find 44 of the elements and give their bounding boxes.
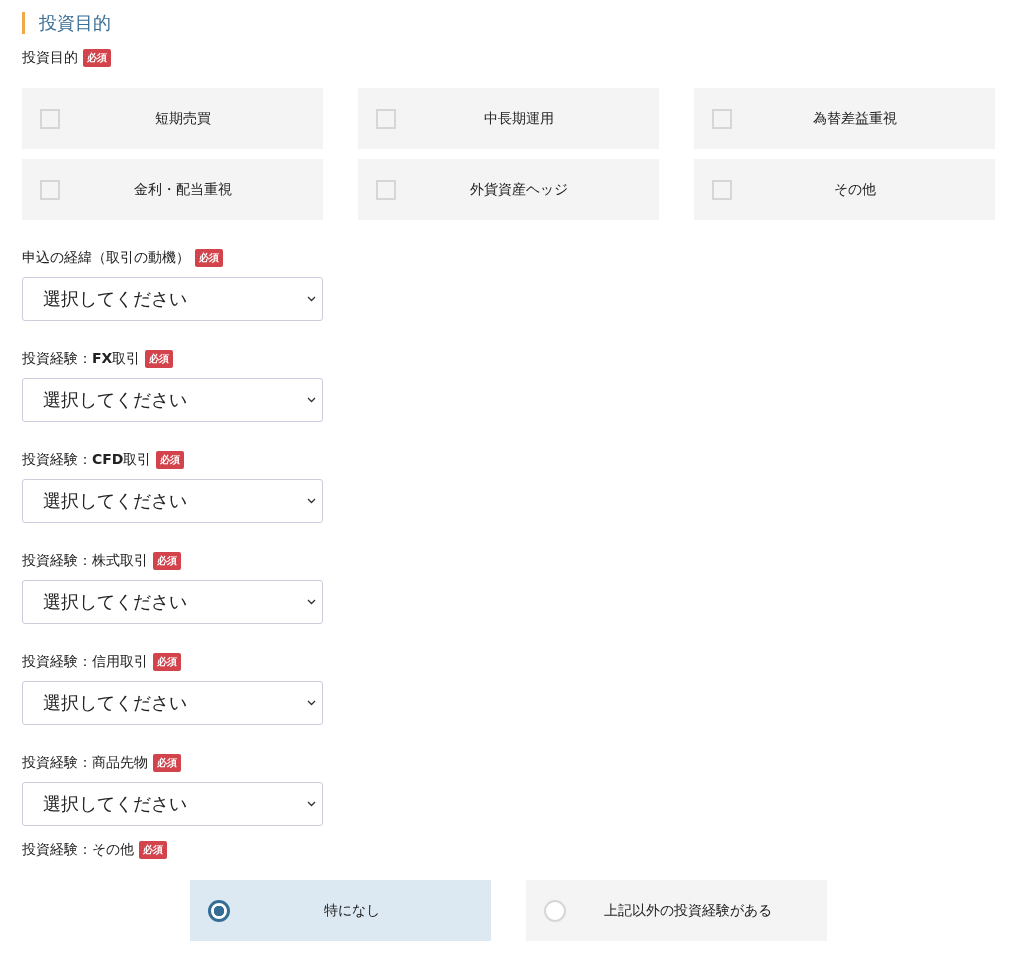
required-badge: 必須	[153, 552, 181, 570]
select-field[interactable]: 選択してください	[22, 479, 323, 523]
select-field[interactable]: 選択してください	[22, 681, 323, 725]
required-badge: 必須	[153, 653, 181, 671]
checkbox[interactable]	[376, 179, 396, 200]
checkbox-option[interactable]: 為替差益重視	[694, 88, 995, 149]
chevron-down-icon	[307, 700, 316, 706]
checkbox-option[interactable]: 中長期運用	[358, 88, 659, 149]
select-field[interactable]: 選択してください	[22, 580, 323, 624]
chevron-down-icon	[307, 599, 316, 605]
field-label: 投資経験：信用取引	[22, 653, 148, 671]
chevron-down-icon	[307, 498, 316, 504]
radio-button[interactable]	[208, 899, 230, 922]
chevron-down-icon	[307, 801, 316, 807]
chevron-down-icon	[307, 296, 316, 302]
required-badge: 必須	[156, 451, 185, 469]
checkbox[interactable]	[40, 179, 60, 200]
field-label: 投資経験：CFD取引	[22, 451, 152, 469]
checkbox[interactable]	[40, 108, 60, 129]
checkbox-option[interactable]: 外貨資産ヘッジ	[358, 159, 659, 220]
checkbox[interactable]	[712, 108, 732, 129]
required-badge: 必須	[195, 249, 223, 267]
required-badge: 必須	[153, 754, 181, 772]
required-badge: 必須	[145, 350, 174, 368]
radio-option[interactable]: 上記以外の投資経験がある	[526, 880, 827, 941]
checkbox-option[interactable]: その他	[694, 159, 995, 220]
chevron-down-icon	[307, 397, 316, 403]
field-label: 投資経験：FX取引	[22, 350, 141, 368]
select-field[interactable]: 選択してください	[22, 782, 323, 826]
checkbox[interactable]	[376, 108, 396, 129]
field-label: 投資経験：商品先物	[22, 754, 148, 772]
field-label: 投資経験：その他	[22, 841, 134, 859]
checkbox[interactable]	[712, 179, 732, 200]
checkbox-option[interactable]: 短期売買	[22, 88, 323, 149]
field-label: 申込の経緯（取引の動機）	[22, 249, 190, 267]
radio-option[interactable]: 特になし	[190, 880, 491, 941]
required-badge: 必須	[139, 841, 167, 859]
field-label: 投資経験：株式取引	[22, 552, 148, 570]
required-badge: 必須	[83, 49, 111, 67]
select-field[interactable]: 選択してください	[22, 277, 323, 321]
select-field[interactable]: 選択してください	[22, 378, 323, 422]
checkbox-option[interactable]: 金利・配当重視	[22, 159, 323, 220]
field-label: 投資目的	[22, 49, 78, 67]
section-title: 投資目的	[22, 12, 996, 34]
